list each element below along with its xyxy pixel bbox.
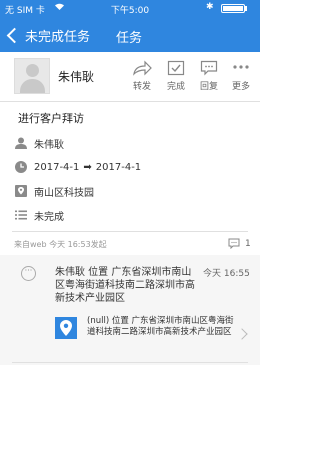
complete-label: 完成 [166,82,185,92]
date-arrow-icon: ➡ [83,161,92,173]
comment-count: 1 [245,238,251,249]
person-icon [15,137,27,149]
chevron-right-icon [236,328,248,340]
location-icon [15,185,27,197]
action-bar: 转发 完成 回复 更多 [128,60,258,94]
top-bar: 无 SIM 卡 下午5:00 ✱ 未完成任务 任务 [0,0,260,52]
forward-icon [133,60,152,76]
back-label: 未完成任务 [25,29,91,45]
forward-button[interactable]: 转发 [128,60,156,94]
activity-more-icon [21,266,36,281]
date-row: 2017-4-1 ➡ 2017-4-1 [14,158,254,176]
task-status: 未完成 [34,211,64,223]
avatar-body [20,79,45,93]
map-pin-icon [55,317,77,339]
status-bar: 无 SIM 卡 下午5:00 ✱ [0,0,260,16]
activity-text: 朱伟耿 位置 广东省深圳市南山区粤海街道科技南二路深圳市高新技术产业园区 [55,267,195,304]
comment-icon [228,238,240,249]
task-title: 进行客户拜访 [18,112,84,125]
list-icon [15,210,27,220]
battery-tip [245,6,247,11]
more-label: 更多 [231,82,250,92]
back-button[interactable]: 未完成任务 [5,24,90,46]
clock-icon [15,161,27,173]
assignee-name: 朱伟耿 [34,139,64,151]
battery-icon [221,4,245,13]
location-text: 南山区科技园 [34,187,94,199]
location-row: 南山区科技园 [14,182,254,200]
more-button[interactable]: 更多 [227,60,255,94]
comment-count-button[interactable]: 1 [228,238,251,249]
start-date: 2017-4-1 [34,161,80,173]
reply-icon [200,60,218,76]
feed-divider [12,362,248,363]
chevron-left-icon [6,27,23,43]
location-card[interactable]: (null) 位置 广东省深圳市南山区粤海街道科技南二路深圳市高新技术产业园区 [55,314,253,358]
bluetooth-icon: ✱ [206,2,214,12]
status-row: 未完成 [14,206,254,224]
forward-label: 转发 [132,82,151,92]
page-title: 任务 [116,31,143,46]
reply-button[interactable]: 回复 [195,60,223,94]
complete-button[interactable]: 完成 [162,60,190,94]
end-date: 2017-4-1 [95,161,142,173]
location-card-text: (null) 位置 广东省深圳市南山区粤海街道科技南二路深圳市高新技术产业园区 [87,316,234,337]
avatar[interactable] [14,58,50,94]
task-header: 朱伟耿 转发 完成 回复 更多 [0,52,260,102]
check-icon [167,60,185,76]
reply-label: 回复 [199,82,218,92]
more-icon [233,65,249,69]
activity-time: 今天 16:55 [203,269,250,279]
divider [12,231,248,232]
assignee-row: 朱伟耿 [14,134,254,152]
source-line: 来自web 今天 16:53发起 [14,240,107,249]
owner-name: 朱伟耿 [58,70,95,84]
avatar-head [26,64,39,77]
